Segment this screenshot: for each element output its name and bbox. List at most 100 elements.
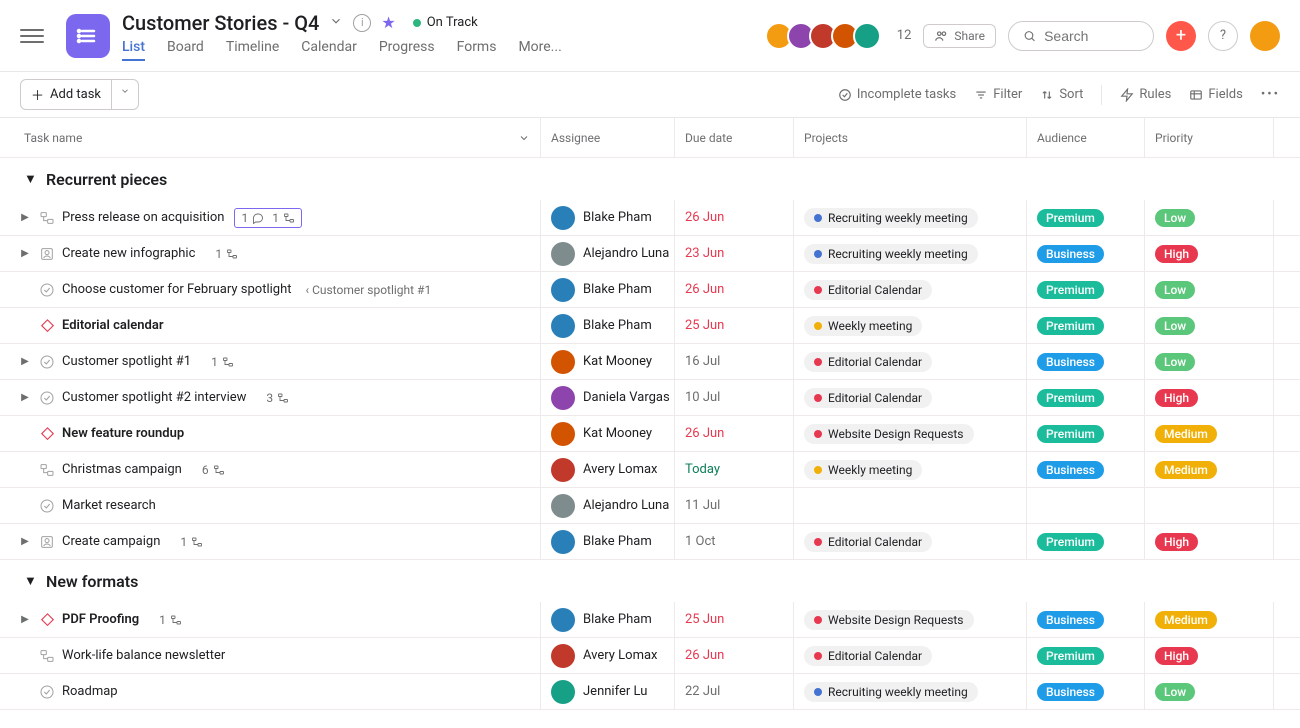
- cell-priority[interactable]: Medium: [1144, 602, 1274, 637]
- cell-audience[interactable]: Premium: [1026, 638, 1144, 673]
- cell-assignee[interactable]: Alejandro Luna: [540, 236, 674, 271]
- project-pill[interactable]: Editorial Calendar: [804, 280, 932, 300]
- cell-duedate[interactable]: 25 Jun: [674, 602, 793, 637]
- cell-projects[interactable]: Editorial Calendar: [793, 638, 1026, 673]
- cell-projects[interactable]: Recruiting weekly meeting: [793, 200, 1026, 235]
- section-header[interactable]: ▼New formats: [0, 560, 1300, 602]
- cell-duedate[interactable]: 25 Jun: [674, 308, 793, 343]
- cell-projects[interactable]: Editorial Calendar: [793, 344, 1026, 379]
- cell-priority[interactable]: Low: [1144, 674, 1274, 709]
- cell-projects[interactable]: [793, 488, 1026, 523]
- cell-projects[interactable]: Editorial Calendar: [793, 524, 1026, 559]
- expand-caret[interactable]: ▶: [18, 212, 32, 223]
- expand-caret[interactable]: ▶: [18, 536, 32, 547]
- col-header-duedate[interactable]: Due date: [674, 118, 793, 157]
- project-pill[interactable]: Weekly meeting: [804, 316, 922, 336]
- tab-more[interactable]: More...: [518, 39, 561, 61]
- project-icon[interactable]: [66, 14, 110, 58]
- task-row[interactable]: ▶Create campaign1Blake Pham1 OctEditoria…: [0, 524, 1300, 560]
- cell-audience[interactable]: Business: [1026, 452, 1144, 487]
- project-pill[interactable]: Weekly meeting: [804, 460, 922, 480]
- cell-duedate[interactable]: 1 Oct: [674, 524, 793, 559]
- search-box[interactable]: [1008, 21, 1154, 51]
- cell-priority[interactable]: High: [1144, 524, 1274, 559]
- cell-audience[interactable]: Premium: [1026, 308, 1144, 343]
- task-row[interactable]: Editorial calendarBlake Pham25 JunWeekly…: [0, 308, 1300, 344]
- cell-audience[interactable]: Premium: [1026, 416, 1144, 451]
- expand-caret[interactable]: ▶: [18, 248, 32, 259]
- tab-list[interactable]: List: [122, 39, 145, 61]
- tab-calendar[interactable]: Calendar: [301, 39, 357, 61]
- cell-duedate[interactable]: 22 Jul: [674, 674, 793, 709]
- section-header[interactable]: ▼Recurrent pieces: [0, 158, 1300, 200]
- cell-priority[interactable]: Low: [1144, 308, 1274, 343]
- cell-assignee[interactable]: Avery Lomax: [540, 638, 674, 673]
- cell-audience[interactable]: Business: [1026, 344, 1144, 379]
- project-menu-caret[interactable]: [329, 14, 343, 32]
- cell-assignee[interactable]: Jennifer Lu: [540, 674, 674, 709]
- project-pill[interactable]: Recruiting weekly meeting: [804, 208, 978, 228]
- add-task-button[interactable]: ＋ Add task: [21, 80, 111, 109]
- cell-duedate[interactable]: 11 Jul: [674, 488, 793, 523]
- cell-assignee[interactable]: Daniela Vargas: [540, 380, 674, 415]
- cell-projects[interactable]: Recruiting weekly meeting: [793, 674, 1026, 709]
- col-header-name[interactable]: Task name: [0, 131, 540, 145]
- cell-assignee[interactable]: Blake Pham: [540, 272, 674, 307]
- menu-toggle[interactable]: [20, 24, 44, 48]
- col-header-assignee[interactable]: Assignee: [540, 118, 674, 157]
- project-status[interactable]: On Track: [406, 12, 485, 33]
- cell-audience[interactable]: Business: [1026, 236, 1144, 271]
- project-title[interactable]: Customer Stories - Q4: [122, 11, 319, 35]
- tab-progress[interactable]: Progress: [379, 39, 435, 61]
- rules-button[interactable]: Rules: [1120, 87, 1171, 102]
- project-pill[interactable]: Website Design Requests: [804, 424, 974, 444]
- member-avatar[interactable]: [853, 22, 881, 50]
- cell-projects[interactable]: Website Design Requests: [793, 602, 1026, 637]
- project-pill[interactable]: Website Design Requests: [804, 610, 974, 630]
- cell-duedate[interactable]: 10 Jul: [674, 380, 793, 415]
- cell-priority[interactable]: [1144, 488, 1274, 523]
- cell-projects[interactable]: Recruiting weekly meeting: [793, 236, 1026, 271]
- project-pill[interactable]: Recruiting weekly meeting: [804, 682, 978, 702]
- cell-projects[interactable]: Weekly meeting: [793, 308, 1026, 343]
- cell-priority[interactable]: Medium: [1144, 416, 1274, 451]
- project-pill[interactable]: Editorial Calendar: [804, 352, 932, 372]
- project-pill[interactable]: Recruiting weekly meeting: [804, 244, 978, 264]
- info-icon[interactable]: i: [353, 14, 371, 32]
- cell-priority[interactable]: High: [1144, 380, 1274, 415]
- cell-assignee[interactable]: Avery Lomax: [540, 452, 674, 487]
- cell-duedate[interactable]: 26 Jun: [674, 272, 793, 307]
- cell-audience[interactable]: [1026, 488, 1144, 523]
- expand-caret[interactable]: ▶: [18, 356, 32, 367]
- project-pill[interactable]: Editorial Calendar: [804, 646, 932, 666]
- task-row[interactable]: ▶Customer spotlight #2 interview3Daniela…: [0, 380, 1300, 416]
- cell-duedate[interactable]: 16 Jul: [674, 344, 793, 379]
- cell-assignee[interactable]: Blake Pham: [540, 308, 674, 343]
- task-row[interactable]: Choose customer for February spotlight‹ …: [0, 272, 1300, 308]
- fields-button[interactable]: Fields: [1189, 87, 1242, 102]
- cell-assignee[interactable]: Blake Pham: [540, 200, 674, 235]
- sort-button[interactable]: Sort: [1040, 87, 1083, 102]
- cell-priority[interactable]: High: [1144, 236, 1274, 271]
- cell-audience[interactable]: Business: [1026, 602, 1144, 637]
- expand-caret[interactable]: ▶: [18, 614, 32, 625]
- share-button[interactable]: Share: [923, 24, 996, 48]
- cell-priority[interactable]: Low: [1144, 200, 1274, 235]
- task-row[interactable]: New feature roundupKat Mooney26 JunWebsi…: [0, 416, 1300, 452]
- cell-duedate[interactable]: 26 Jun: [674, 200, 793, 235]
- cell-projects[interactable]: Weekly meeting: [793, 452, 1026, 487]
- cell-projects[interactable]: Website Design Requests: [793, 416, 1026, 451]
- cell-duedate[interactable]: 26 Jun: [674, 638, 793, 673]
- project-pill[interactable]: Editorial Calendar: [804, 388, 932, 408]
- cell-duedate[interactable]: Today: [674, 452, 793, 487]
- task-row[interactable]: Christmas campaign6Avery LomaxTodayWeekl…: [0, 452, 1300, 488]
- cell-audience[interactable]: Premium: [1026, 524, 1144, 559]
- tab-board[interactable]: Board: [167, 39, 204, 61]
- cell-audience[interactable]: Business: [1026, 674, 1144, 709]
- col-header-audience[interactable]: Audience: [1026, 118, 1144, 157]
- col-header-projects[interactable]: Projects: [793, 118, 1026, 157]
- project-pill[interactable]: Editorial Calendar: [804, 532, 932, 552]
- task-row[interactable]: ▶PDF Proofing1Blake Pham25 JunWebsite De…: [0, 602, 1300, 638]
- favorite-star-icon[interactable]: ★: [381, 13, 395, 32]
- completion-filter[interactable]: Incomplete tasks: [838, 87, 956, 102]
